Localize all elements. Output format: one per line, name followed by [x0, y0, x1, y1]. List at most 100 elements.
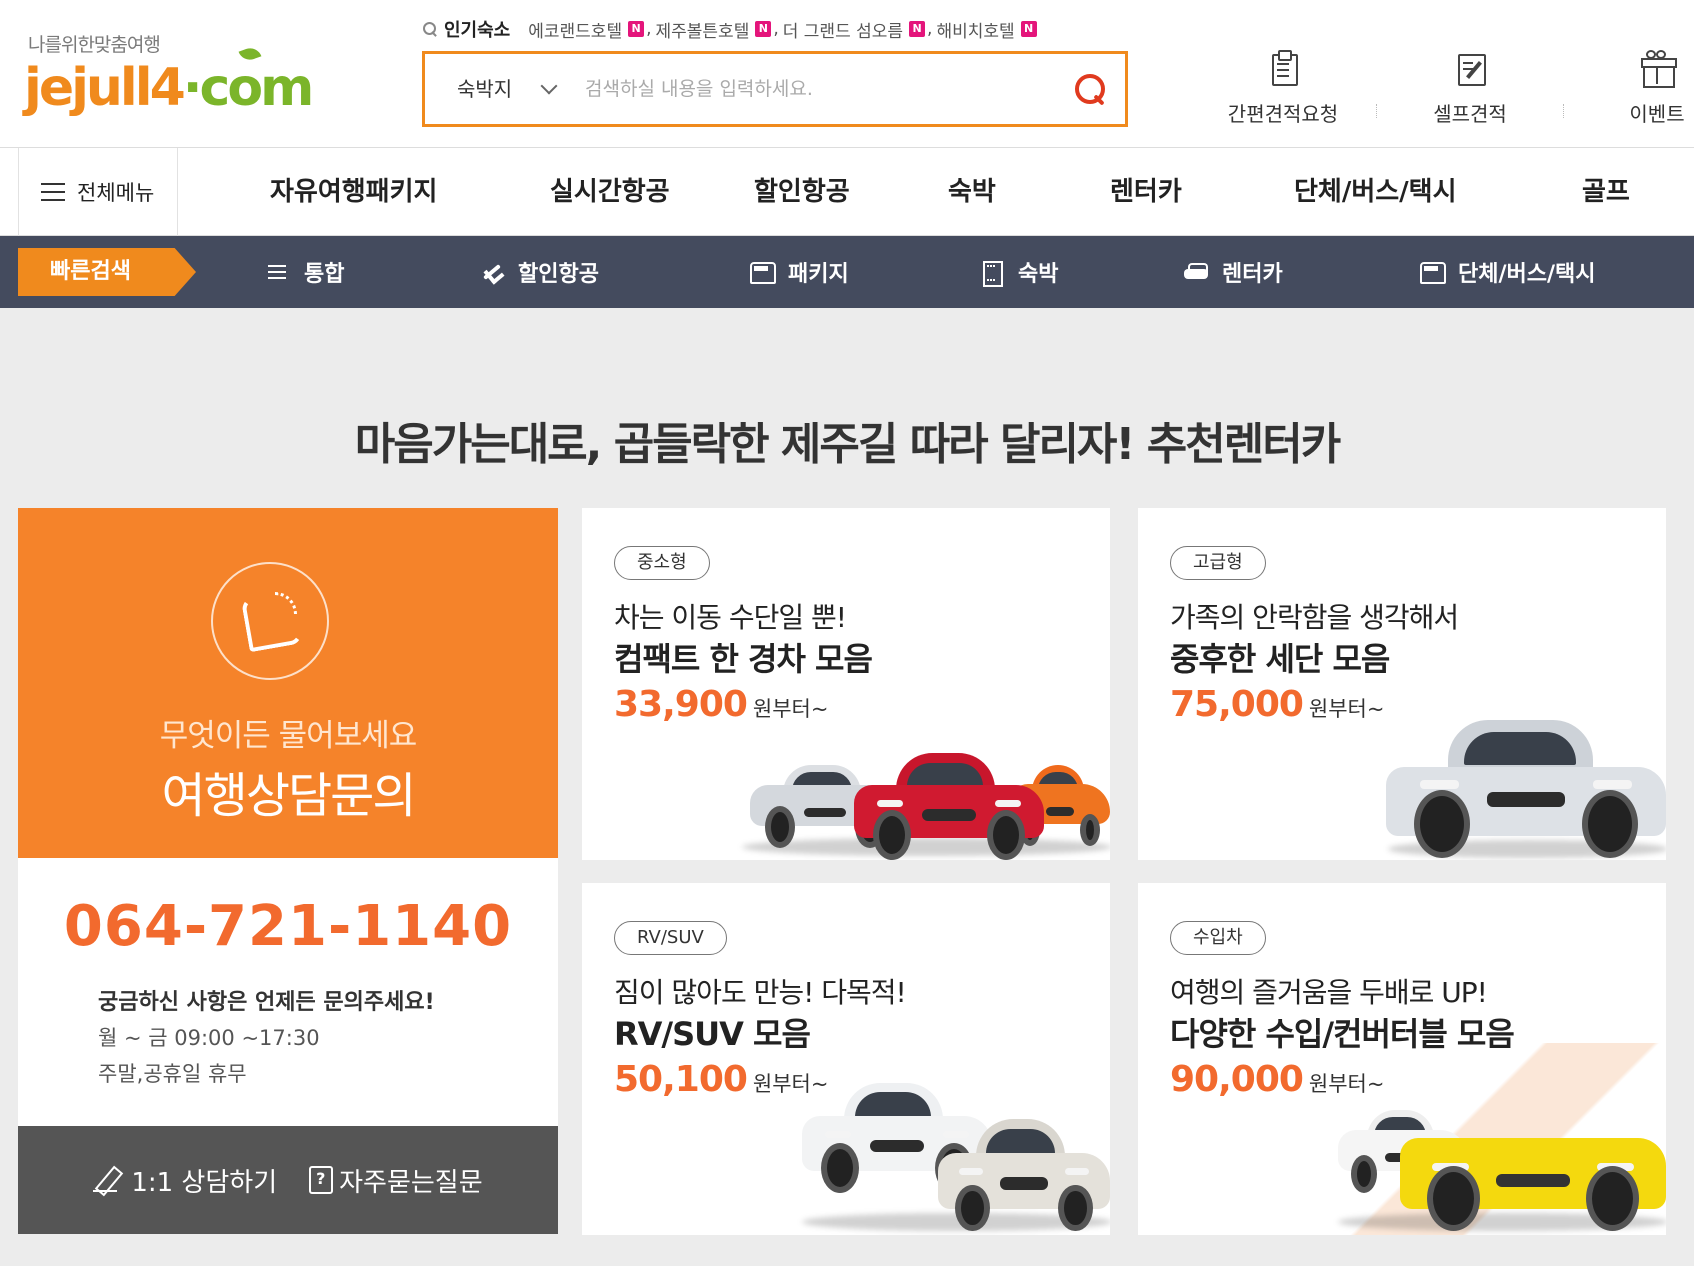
self-estimate-link[interactable]: 셀프견적 — [1377, 48, 1563, 128]
consultation-note: 궁금하신 사항은 언제든 문의주세요! — [98, 990, 435, 1015]
quick-tab-label: 할인항공 — [518, 262, 599, 287]
hamburger-icon — [41, 183, 65, 201]
quick-search-bar: 빠른검색 통합 할인항공 패키지 숙박 렌터카 단체/버스/택시 — [0, 236, 1694, 308]
car-image — [1400, 1101, 1666, 1231]
quick-tab-label: 패키지 — [788, 262, 849, 287]
new-badge: N — [628, 21, 645, 37]
plane-icon — [480, 261, 504, 283]
list-icon — [266, 261, 290, 283]
car-icon — [1184, 261, 1208, 283]
logo-wordmark: jejull4·com — [24, 58, 314, 118]
all-menu-label: 전체메뉴 — [77, 181, 155, 205]
quick-tab-label: 렌터카 — [1222, 262, 1283, 287]
search-input[interactable] — [585, 68, 1045, 110]
popular-lodging-bar: 인기숙소 에코랜드호텔 N, 제주볼튼호텔 N, 더 그랜드 섬오름 N, 해비치호텔… — [422, 16, 1039, 42]
card-title: 중후한 세단 모음 — [1170, 640, 1390, 678]
popular-item[interactable]: 에코랜드호텔 — [528, 17, 622, 42]
new-badge: N — [909, 21, 926, 37]
main-nav: 전체메뉴 자유여행패키지 실시간항공 할인항공 숙박 렌터카 단체/버스/택시 … — [0, 148, 1694, 236]
rentcar-card-import[interactable]: 수입차 여행의 즐거움을 두배로 UP! 다양한 수입/컨버터블 모음 90,0… — [1138, 883, 1666, 1235]
price: 50,100 — [614, 1059, 748, 1100]
quick-tab-label: 단체/버스/택시 — [1458, 262, 1596, 287]
consultation-actions: 1:1 상담하기 자주묻는질문 — [18, 1126, 558, 1234]
quick-link-label: 셀프견적 — [1433, 102, 1507, 126]
price-row: 33,900 원부터~ — [614, 684, 828, 725]
faq-label: 자주묻는질문 — [339, 1167, 483, 1198]
nav-item-group-bus-taxi[interactable]: 단체/버스/택시 — [1294, 148, 1457, 236]
quick-search-label: 빠른검색 — [50, 259, 131, 284]
card-headline: 가족의 안락함을 생각해서 — [1170, 601, 1459, 634]
car-image — [854, 744, 1044, 860]
card-headline: 여행의 즐거움을 두배로 UP! — [1170, 976, 1488, 1009]
popular-item[interactable]: 제주볼튼호텔 — [656, 17, 750, 42]
card-headline: 차는 이동 수단일 뿐! — [614, 601, 847, 634]
building-icon — [980, 261, 1004, 287]
logo-text-a: jejull4 — [24, 58, 186, 118]
quick-tab-package[interactable]: 패키지 — [750, 236, 849, 308]
price: 33,900 — [614, 684, 748, 725]
popular-label: 인기숙소 — [444, 20, 511, 41]
event-link[interactable]: 이벤트 — [1564, 48, 1694, 128]
card-title: 다양한 수입/컨버터블 모음 — [1170, 1015, 1515, 1053]
new-badge: N — [1020, 21, 1037, 37]
faq-button[interactable]: 자주묻는질문 — [309, 1162, 483, 1199]
phone-icon — [211, 562, 329, 680]
popular-item[interactable]: 더 그랜드 섬오름 — [783, 17, 903, 42]
phone-number: 064-721-1140 — [63, 894, 513, 959]
consult-label: 1:1 상담하기 — [131, 1167, 278, 1198]
pen-icon — [93, 1166, 121, 1194]
search-button[interactable] — [1073, 72, 1107, 106]
logo-text-b: ·com — [182, 58, 314, 118]
clipboard-icon — [1263, 48, 1303, 88]
chevron-down-icon[interactable] — [540, 77, 558, 95]
price: 75,000 — [1170, 684, 1304, 725]
rentcar-card-compact[interactable]: 중소형 차는 이동 수단일 뿐! 컴팩트 한 경차 모음 33,900 원부터~ — [582, 508, 1110, 860]
nav-item-rentcar[interactable]: 렌터카 — [1110, 148, 1182, 236]
car-image — [938, 1109, 1110, 1231]
price-suffix: 원부터~ — [752, 697, 829, 721]
nav-item-realtime-air[interactable]: 실시간항공 — [550, 148, 670, 236]
quick-tab-all[interactable]: 통합 — [266, 236, 344, 308]
nav-item-discount-air[interactable]: 할인항공 — [754, 148, 850, 236]
quick-tab-discount-air[interactable]: 할인항공 — [480, 236, 599, 308]
price-row: 75,000 원부터~ — [1170, 684, 1384, 725]
edit-note-icon — [1450, 48, 1490, 88]
popular-item[interactable]: 해비치호텔 — [936, 17, 1014, 42]
business-hours: 월 ~ 금 09:00 ~17:30 — [98, 1026, 320, 1050]
nav-item-lodging[interactable]: 숙박 — [948, 148, 996, 236]
section-title: 마음가는대로, 곱들락한 제주길 따라 달리자! 추천렌터카 — [354, 419, 1341, 470]
consultation-card: 무엇이든 물어보세요 여행상담문의 064-721-1140 궁금하신 사항은 … — [18, 508, 558, 1234]
category-badge: 중소형 — [614, 546, 710, 580]
card-headline: 짐이 많아도 만능! 다목적! — [614, 976, 907, 1009]
category-badge: RV/SUV — [614, 921, 727, 955]
holiday-notice: 주말,공휴일 휴무 — [98, 1062, 247, 1086]
quick-tab-rentcar[interactable]: 렌터카 — [1184, 236, 1283, 308]
quick-link-label: 간편견적요청 — [1227, 102, 1339, 126]
consultation-subtitle: 무엇이든 물어보세요 — [159, 718, 418, 754]
quick-tab-label: 숙박 — [1018, 262, 1059, 287]
rentcar-card-suv[interactable]: RV/SUV 짐이 많아도 만능! 다목적! RV/SUV 모음 50,100 … — [582, 883, 1110, 1235]
price-row: 50,100 원부터~ — [614, 1059, 828, 1100]
nav-item-golf[interactable]: 골프 — [1582, 148, 1630, 236]
quick-tab-lodging[interactable]: 숙박 — [980, 236, 1058, 308]
search-box: 숙박지 — [422, 51, 1128, 127]
category-badge: 고급형 — [1170, 546, 1266, 580]
quick-estimate-link[interactable]: 간편견적요청 — [1190, 48, 1376, 128]
faq-icon — [309, 1166, 334, 1194]
logo-tagline: 나를위한맞춤여행 — [28, 34, 161, 56]
price-suffix: 원부터~ — [1308, 1072, 1385, 1096]
quick-link-label: 이벤트 — [1629, 102, 1685, 126]
card-title: 컴팩트 한 경차 모음 — [614, 640, 873, 678]
site-logo[interactable]: 나를위한맞춤여행 jejull4·com — [24, 28, 314, 128]
search-category-select[interactable]: 숙박지 — [457, 54, 512, 124]
one-on-one-consult-button[interactable]: 1:1 상담하기 — [93, 1162, 277, 1199]
all-menu-button[interactable]: 전체메뉴 — [18, 148, 178, 236]
gift-icon — [1637, 48, 1677, 88]
price: 90,000 — [1170, 1059, 1304, 1100]
nav-item-package[interactable]: 자유여행패키지 — [270, 148, 437, 236]
rentcar-card-luxury[interactable]: 고급형 가족의 안락함을 생각해서 중후한 세단 모음 75,000 원부터~ — [1138, 508, 1666, 860]
new-badge: N — [755, 21, 772, 37]
quick-tab-group-bus-taxi[interactable]: 단체/버스/택시 — [1420, 236, 1596, 308]
price-suffix: 원부터~ — [1308, 697, 1385, 721]
bus-icon — [750, 261, 776, 284]
